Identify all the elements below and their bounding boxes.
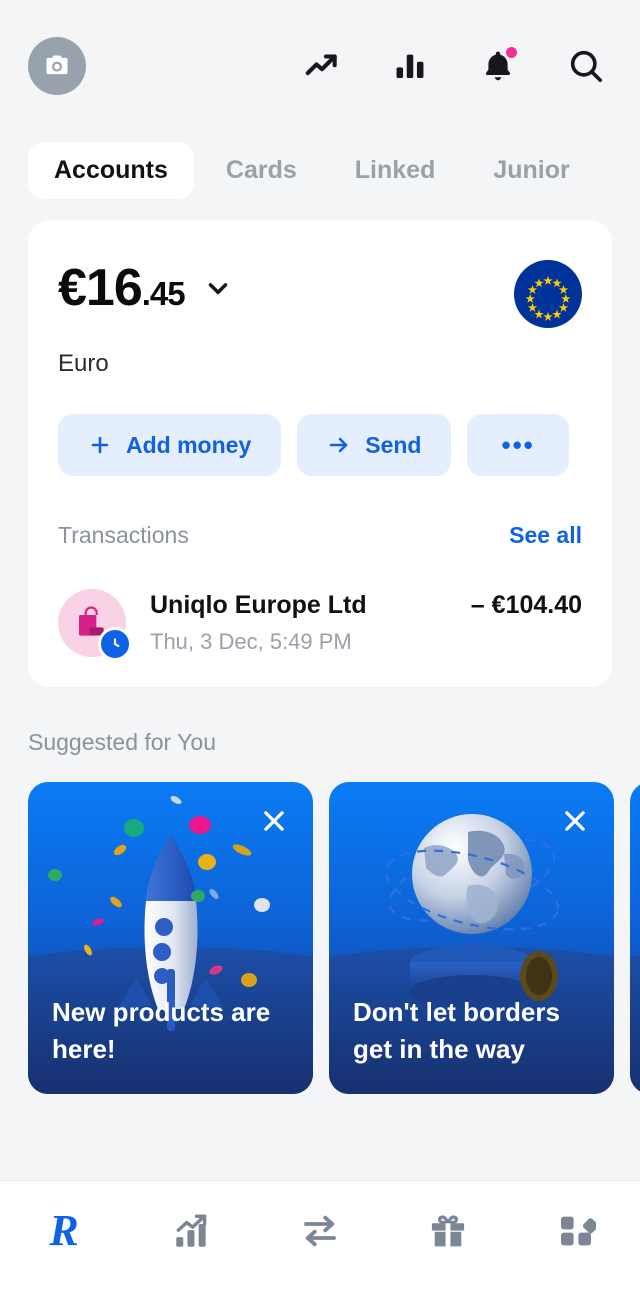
balance-whole: €16	[58, 259, 143, 317]
revolut-logo-icon: R	[49, 1206, 79, 1255]
bar-chart-icon[interactable]	[390, 46, 430, 86]
avatar[interactable]	[28, 37, 86, 95]
trending-up-icon[interactable]	[302, 46, 342, 86]
plus-icon	[91, 436, 109, 454]
send-label: Send	[365, 431, 422, 458]
suggested-cards-strip[interactable]: New products are here! Don't let borders…	[0, 782, 640, 1094]
send-button[interactable]: Send	[297, 414, 452, 476]
promo-ground	[630, 947, 640, 1094]
transaction-amount: – €104.40	[470, 591, 582, 619]
nav-item-analytics[interactable]	[128, 1203, 256, 1259]
transactions-title: Transactions	[58, 522, 189, 548]
transactions-header: Transactions See all	[58, 522, 582, 549]
header-icon-group	[302, 46, 612, 86]
more-horizontal-icon: •••	[501, 429, 535, 460]
balance-row: €16 .45	[58, 258, 582, 328]
notification-dot	[506, 47, 517, 58]
pending-clock-badge	[98, 627, 132, 661]
promo-card-text: New products are here!	[52, 997, 271, 1065]
chevron-down-glyph	[208, 282, 227, 294]
nav-item-rewards[interactable]	[384, 1203, 512, 1259]
bell-icon[interactable]	[478, 46, 518, 86]
promo-card-borders[interactable]: Don't let borders get in the way	[329, 782, 614, 1094]
chart-growth-icon	[176, 1214, 207, 1247]
balance-cents: .45	[141, 275, 186, 312]
tab-junior[interactable]: Junior	[467, 142, 595, 199]
suggested-title: Suggested for You	[28, 729, 216, 755]
add-money-label: Add money	[126, 431, 252, 458]
promo-card-text: Don't let borders get in the way	[353, 997, 560, 1065]
camera-icon	[46, 55, 68, 75]
account-balance[interactable]: €16 .45	[58, 258, 186, 318]
account-actions: Add money Send •••	[58, 414, 582, 476]
promo-card-partial[interactable]	[630, 782, 640, 1094]
transaction-info: Uniqlo Europe Ltd Thu, 3 Dec, 5:49 PM	[150, 591, 447, 655]
chevron-down-icon[interactable]	[203, 273, 233, 308]
nav-item-home[interactable]: R	[0, 1203, 128, 1259]
grid-icon	[561, 1216, 596, 1246]
close-glyph	[264, 811, 284, 831]
tab-cards[interactable]: Cards	[200, 142, 323, 199]
account-tabs: Accounts Cards Linked Junior	[0, 132, 640, 208]
bar-chart-glyph	[396, 54, 424, 79]
nav-item-more[interactable]	[512, 1203, 640, 1259]
clock-icon	[113, 638, 120, 648]
globe-illustration	[384, 813, 559, 1009]
close-glyph	[565, 811, 585, 831]
more-options-button[interactable]: •••	[467, 414, 569, 476]
eu-flag-glyph	[525, 276, 571, 321]
tab-accounts[interactable]: Accounts	[28, 141, 194, 199]
transaction-merchant: Uniqlo Europe Ltd	[150, 591, 367, 619]
transfer-arrows-icon	[304, 1215, 336, 1247]
search-glyph	[570, 50, 603, 83]
close-icon[interactable]	[558, 804, 592, 838]
app-header	[0, 0, 640, 132]
add-money-button[interactable]: Add money	[58, 414, 282, 476]
promo-card-new-products[interactable]: New products are here!	[28, 782, 313, 1094]
transaction-date: Thu, 3 Dec, 5:49 PM	[150, 629, 352, 654]
eu-flag-icon	[514, 260, 582, 328]
currency-name: Euro	[58, 350, 109, 377]
arrow-right-icon	[329, 437, 348, 453]
table-row[interactable]: Uniqlo Europe Ltd Thu, 3 Dec, 5:49 PM – …	[58, 589, 582, 661]
nav-item-transfers[interactable]	[256, 1203, 384, 1259]
see-all-link[interactable]: See all	[509, 522, 582, 549]
search-icon[interactable]	[566, 46, 606, 86]
tab-linked[interactable]: Linked	[329, 142, 462, 199]
close-icon[interactable]	[257, 804, 291, 838]
trending-up-glyph	[305, 54, 337, 76]
bottom-navigation: R	[0, 1180, 640, 1298]
gift-icon	[431, 1215, 465, 1247]
merchant-avatar	[58, 589, 132, 661]
account-card: €16 .45 Euro Add money Send ••• Transact…	[28, 220, 612, 687]
